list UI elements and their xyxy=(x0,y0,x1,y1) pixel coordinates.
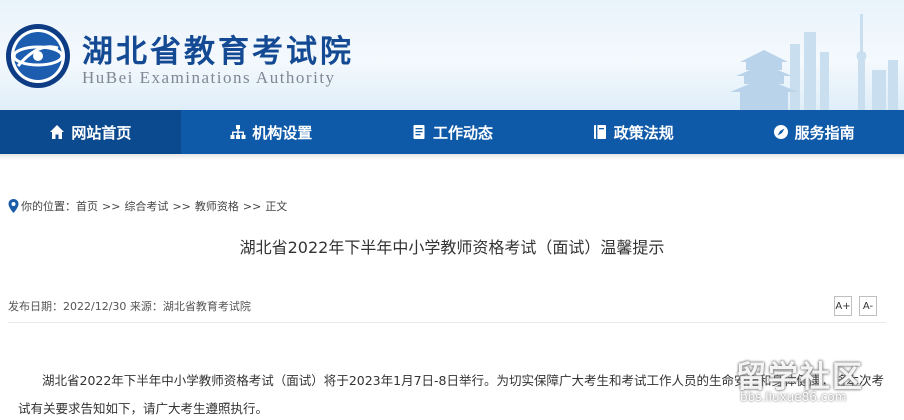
book-icon xyxy=(592,124,608,140)
font-increase-button[interactable]: A+ xyxy=(834,296,852,316)
nav-item-work-news[interactable]: 工作动态 xyxy=(362,110,543,154)
compass-icon xyxy=(773,124,789,140)
main-nav: 网站首页 机构设置 工作动态 政策法规 服务指南 xyxy=(0,110,904,154)
nav-item-organization[interactable]: 机构设置 xyxy=(181,110,362,154)
nav-item-label: 网站首页 xyxy=(71,123,132,142)
site-title: 湖北省教育考试院 xyxy=(82,34,354,70)
nav-item-label: 工作动态 xyxy=(432,123,493,142)
site-header: 湖北省教育考试院 HuBei Examinations Authority xyxy=(0,0,904,110)
breadcrumb-home[interactable]: 首页 xyxy=(76,198,98,214)
breadcrumb-separator: >> xyxy=(172,199,191,213)
nav-item-label: 服务指南 xyxy=(794,123,855,142)
nav-item-service-guide[interactable]: 服务指南 xyxy=(723,110,904,154)
breadcrumb-prefix: 你的位置： xyxy=(21,200,76,213)
nav-item-policies[interactable]: 政策法规 xyxy=(542,110,723,154)
org-chart-icon xyxy=(230,124,246,140)
breadcrumb-current: 正文 xyxy=(265,200,288,213)
site-subtitle: HuBei Examinations Authority xyxy=(82,68,336,87)
logo-emblem-icon[interactable] xyxy=(4,22,72,90)
nav-item-label: 机构设置 xyxy=(252,123,313,142)
font-decrease-button[interactable]: A- xyxy=(859,296,877,316)
article-paragraph: 湖北省2022年下半年中小学教师资格考试（面试）将于2023年1月7日-8日举行… xyxy=(18,373,884,416)
nav-item-home[interactable]: 网站首页 xyxy=(0,110,181,154)
article-meta: 发布日期：2022/12/30 来源：湖北省教育考试院 xyxy=(8,300,251,313)
breadcrumb-separator: >> xyxy=(242,199,262,213)
nav-shadow xyxy=(0,154,904,160)
city-skyline-illustration xyxy=(730,14,898,110)
breadcrumb-separator: >> xyxy=(102,199,121,213)
home-icon xyxy=(49,124,65,140)
location-pin-icon xyxy=(8,199,19,213)
nav-item-label: 政策法规 xyxy=(613,123,674,142)
meta-divider xyxy=(8,322,886,323)
breadcrumb-teacher-qualification[interactable]: 教师资格 xyxy=(195,198,239,214)
breadcrumb: 你的位置： 首页 >> 综合考试 >> 教师资格 >> 正文 xyxy=(8,198,287,214)
breadcrumb-comprehensive-exams[interactable]: 综合考试 xyxy=(124,198,168,214)
document-icon xyxy=(411,124,427,140)
article-title: 湖北省2022年下半年中小学教师资格考试（面试）温馨提示 xyxy=(239,238,665,257)
